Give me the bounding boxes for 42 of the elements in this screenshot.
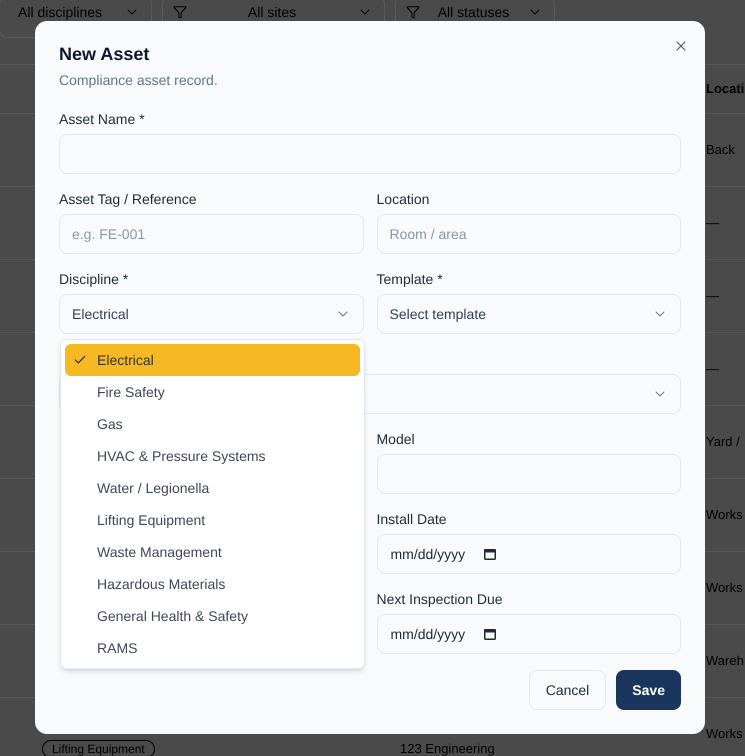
field-label: Location [376,190,430,209]
field-label: Discipline * [59,270,130,289]
table-cell: 123 Engineering [400,741,495,756]
select-field[interactable]: Electrical [59,294,364,334]
menu-option[interactable]: RAMS [65,632,360,664]
field-label: Asset Name * [59,110,146,129]
date-field[interactable]: mm/dd/yyyy [376,534,681,574]
table-cell: Back [706,142,735,158]
calendar-icon[interactable] [484,628,496,640]
field-label: Asset Tag / Reference [59,190,198,209]
menu-option[interactable]: Hazardous Materials [65,568,360,600]
field-label: Install Date [376,510,448,529]
text-field[interactable]: Room / area [376,214,681,254]
table-cell: Works [706,580,743,596]
calendar-icon[interactable] [484,548,496,560]
field-label: Model [376,430,416,449]
field-label: Next Inspection Due [376,590,504,609]
menu-option[interactable]: Fire Safety [65,376,360,408]
table-cell: — [706,361,719,377]
table-cell: Works [706,726,743,742]
menu-option[interactable]: Electrical [65,344,360,376]
date-field[interactable]: mm/dd/yyyy [376,614,681,654]
save-button[interactable]: Save [616,670,681,710]
table-cell: Yard / [706,434,740,450]
field-label: Template * [376,270,444,289]
table-cell: — [706,288,719,304]
menu-option[interactable]: Waste Management [65,536,360,568]
menu-option[interactable]: General Health & Safety [65,600,360,632]
menu-option[interactable]: Lifting Equipment [65,504,360,536]
menu-option[interactable]: Gas [65,408,360,440]
cancel-button[interactable]: Cancel [528,670,606,710]
table-cell: Works [706,507,743,523]
table-cell: — [706,215,719,231]
select-field[interactable]: Select template [376,294,681,334]
text-field[interactable]: e.g. FE-001 [59,214,364,254]
table-cell: Wareh [706,653,744,669]
dialog-subtitle: Compliance asset record. [59,71,218,90]
category-badge: Lifting Equipment [42,740,155,756]
menu-option[interactable]: HVAC & Pressure Systems [65,440,360,472]
column-header: Locati [706,80,744,98]
menu-option[interactable]: Water / Legionella [65,472,360,504]
dialog-title: New Asset [59,43,150,66]
